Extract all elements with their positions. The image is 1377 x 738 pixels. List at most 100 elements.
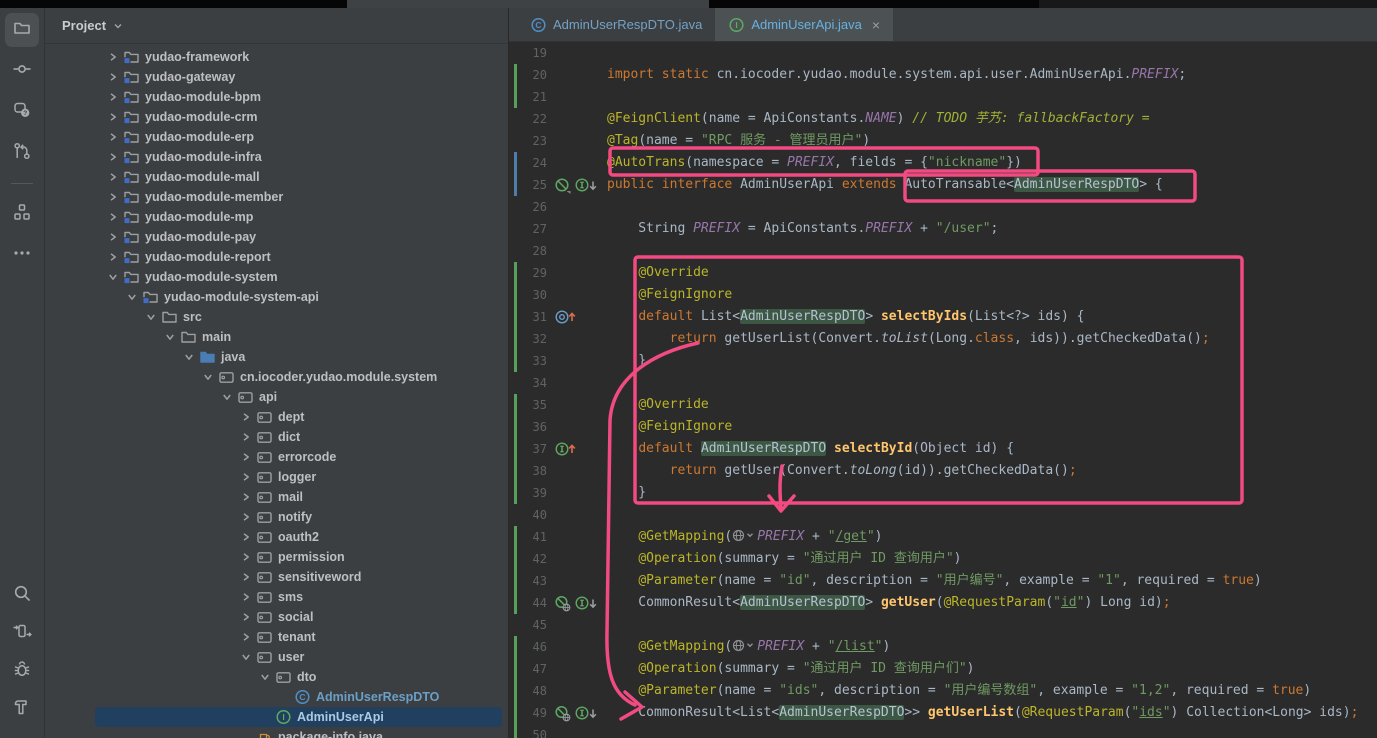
editor-line-text[interactable]: @Override xyxy=(607,262,709,284)
line-number[interactable]: 38 xyxy=(517,460,547,482)
chevron-expanded-icon[interactable] xyxy=(160,327,179,347)
editor-line-text[interactable]: @Operation(summary = "通过用户 ID 查询用户们") xyxy=(607,658,974,680)
chevron-collapsed-icon[interactable] xyxy=(236,487,255,507)
editor-line-text[interactable]: String PREFIX = ApiConstants.PREFIX + "/… xyxy=(607,218,998,240)
line-number[interactable]: 37 xyxy=(517,438,547,460)
tree-item-package-info.java[interactable]: package-info.java xyxy=(45,727,508,738)
line-number[interactable]: 24 xyxy=(517,152,547,174)
tree-item-yudao-module-mp[interactable]: yudao-module-mp xyxy=(45,207,508,227)
tree-item-yudao-module-crm[interactable]: yudao-module-crm xyxy=(45,107,508,127)
activity-search-button[interactable] xyxy=(5,578,39,612)
override-up-gutter-icon[interactable] xyxy=(554,309,578,326)
line-number[interactable]: 40 xyxy=(517,504,547,526)
tree-item-yudao-module-system[interactable]: yudao-module-system xyxy=(45,267,508,287)
chevron-collapsed-icon[interactable] xyxy=(236,567,255,587)
tree-item-logger[interactable]: logger xyxy=(45,467,508,487)
tree-item-dept[interactable]: dept xyxy=(45,407,508,427)
code-area[interactable]: 1920import static cn.iocoder.yudao.modul… xyxy=(509,42,1377,738)
line-number[interactable]: 33 xyxy=(517,350,547,372)
tab-AdminUserRespDTO.java[interactable]: CAdminUserRespDTO.java xyxy=(517,8,715,41)
line-number[interactable]: 45 xyxy=(517,614,547,636)
chevron-collapsed-icon[interactable] xyxy=(103,207,122,227)
close-icon[interactable]: × xyxy=(872,18,880,32)
chevron-collapsed-icon[interactable] xyxy=(236,447,255,467)
tree-item-yudao-framework[interactable]: yudao-framework xyxy=(45,47,508,67)
chevron-collapsed-icon[interactable] xyxy=(236,467,255,487)
tree-item-permission[interactable]: permission xyxy=(45,547,508,567)
activity-debug-button[interactable] xyxy=(5,654,39,688)
line-number[interactable]: 32 xyxy=(517,328,547,350)
tree-item-sms[interactable]: sms xyxy=(45,587,508,607)
line-number[interactable]: 26 xyxy=(517,196,547,218)
editor-line-text[interactable]: return getUser(Convert.toLong(id)).getCh… xyxy=(607,460,1077,482)
chevron-expanded-icon[interactable] xyxy=(179,347,198,367)
tab-AdminUserApi.java[interactable]: IAdminUserApi.java× xyxy=(715,8,893,41)
tree-item-yudao-module-member[interactable]: yudao-module-member xyxy=(45,187,508,207)
chevron-collapsed-icon[interactable] xyxy=(236,527,255,547)
chevron-expanded-icon[interactable] xyxy=(103,267,122,287)
line-number[interactable]: 34 xyxy=(517,372,547,394)
editor-line-text[interactable]: @Parameter(name = "ids", description = "… xyxy=(607,680,1311,702)
line-number[interactable]: 28 xyxy=(517,240,547,262)
line-number[interactable]: 42 xyxy=(517,548,547,570)
chevron-collapsed-icon[interactable] xyxy=(103,87,122,107)
impl-up-gutter-icon[interactable] xyxy=(554,441,578,458)
http-mapping-globe-icon[interactable] xyxy=(732,528,757,550)
tree-item-yudao-module-pay[interactable]: yudao-module-pay xyxy=(45,227,508,247)
tree-item-tenant[interactable]: tenant xyxy=(45,627,508,647)
line-number[interactable]: 47 xyxy=(517,658,547,680)
tree-item-social[interactable]: social xyxy=(45,607,508,627)
endpoint-gutter-icon[interactable] xyxy=(554,705,571,722)
activity-structure-button[interactable] xyxy=(5,197,39,231)
activity-project-button[interactable] xyxy=(5,13,39,47)
chevron-expanded-icon[interactable] xyxy=(217,387,236,407)
activity-pull-requests-button[interactable] xyxy=(5,136,39,170)
line-number[interactable]: 46 xyxy=(517,636,547,658)
chevron-expanded-icon[interactable] xyxy=(198,367,217,387)
tree-item-oauth2[interactable]: oauth2 xyxy=(45,527,508,547)
activity-code-review-button[interactable]: ? xyxy=(5,95,39,129)
tree-item-dict[interactable]: dict xyxy=(45,427,508,447)
editor-line-text[interactable]: @FeignIgnore xyxy=(607,284,732,306)
line-number[interactable]: 49 xyxy=(517,702,547,724)
tree-item-mail[interactable]: mail xyxy=(45,487,508,507)
chevron-collapsed-icon[interactable] xyxy=(103,47,122,67)
chevron-collapsed-icon[interactable] xyxy=(103,147,122,167)
chevron-collapsed-icon[interactable] xyxy=(103,67,122,87)
activity-commit-button[interactable] xyxy=(5,54,39,88)
editor-line-text[interactable]: @AutoTrans(namespace = PREFIX, fields = … xyxy=(607,152,1022,174)
line-number[interactable]: 43 xyxy=(517,570,547,592)
line-number[interactable]: 36 xyxy=(517,416,547,438)
tree-item-errorcode[interactable]: errorcode xyxy=(45,447,508,467)
line-number[interactable]: 22 xyxy=(517,108,547,130)
editor-line-text[interactable]: public interface AdminUserApi extends Au… xyxy=(607,174,1163,196)
chevron-collapsed-icon[interactable] xyxy=(236,627,255,647)
chevron-collapsed-icon[interactable] xyxy=(103,227,122,247)
editor-line-text[interactable]: @FeignClient(name = ApiConstants.NAME) /… xyxy=(607,108,1150,130)
tree-item-yudao-module-infra[interactable]: yudao-module-infra xyxy=(45,147,508,167)
tree-item-java[interactable]: java xyxy=(45,347,508,367)
tree-item-src[interactable]: src xyxy=(45,307,508,327)
chevron-collapsed-icon[interactable] xyxy=(103,167,122,187)
chevron-collapsed-icon[interactable] xyxy=(236,587,255,607)
line-number[interactable]: 23 xyxy=(517,130,547,152)
chevron-collapsed-icon[interactable] xyxy=(103,247,122,267)
http-mapping-globe-icon[interactable] xyxy=(732,638,757,660)
chevron-expanded-icon[interactable] xyxy=(255,667,274,687)
activity-build-button[interactable] xyxy=(5,692,39,726)
editor-line-text[interactable]: } xyxy=(607,482,646,504)
tree-item-main[interactable]: main xyxy=(45,327,508,347)
chevron-collapsed-icon[interactable] xyxy=(103,187,122,207)
editor-line-text[interactable]: @GetMapping(PREFIX + "/get") xyxy=(607,526,882,548)
editor-line-text[interactable]: @Parameter(name = "id", description = "用… xyxy=(607,570,1262,592)
tree-item-yudao-module-mall[interactable]: yudao-module-mall xyxy=(45,167,508,187)
chevron-expanded-icon[interactable] xyxy=(141,307,160,327)
tree-item-user[interactable]: user xyxy=(45,647,508,667)
endpoint-gutter-icon[interactable] xyxy=(554,595,571,612)
chevron-expanded-icon[interactable] xyxy=(122,287,141,307)
tree-item-api[interactable]: api xyxy=(45,387,508,407)
editor-line-text[interactable]: } xyxy=(607,350,646,372)
tree-item-yudao-gateway[interactable]: yudao-gateway xyxy=(45,67,508,87)
chevron-collapsed-icon[interactable] xyxy=(236,407,255,427)
tree-item-dto[interactable]: dto xyxy=(45,667,508,687)
